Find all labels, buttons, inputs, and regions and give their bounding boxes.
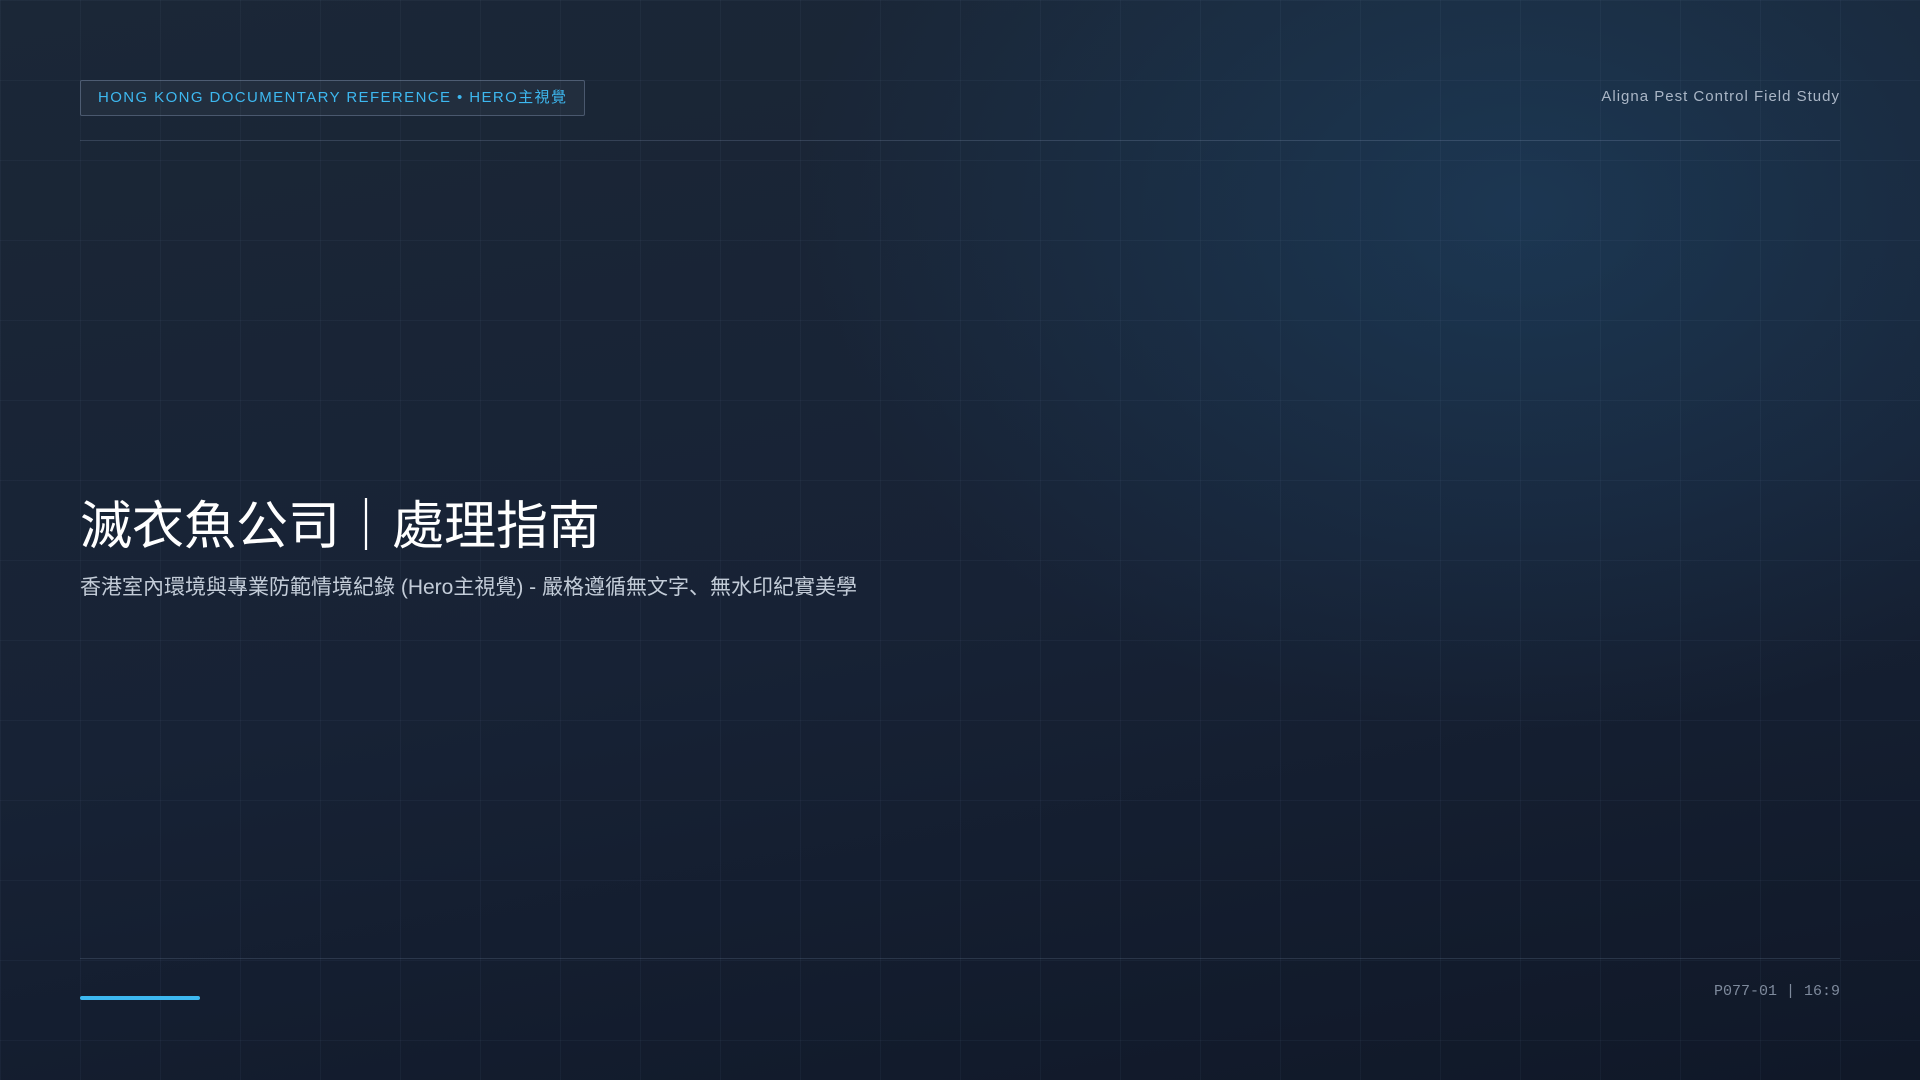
slide-code: P077-01 | 16:9 [1713,983,1840,1000]
accent-bar [80,996,200,1000]
reference-tag: HONG KONG DOCUMENTARY REFERENCE • HERO主視… [80,80,586,116]
hero-section: 滅衣魚公司｜處理指南 香港室內環境與專業防範情境紀錄 (Hero主視覺) - 嚴… [80,493,1580,605]
brand-label: Aligna Pest Control Field Study [1601,88,1840,105]
page-title: 滅衣魚公司｜處理指南 [80,498,601,556]
page-footer: P077-01 | 16:9 [80,958,1840,1039]
page-subtitle: 香港室內環境與專業防範情境紀錄 (Hero主視覺) - 嚴格遵循無文字、無水印紀… [80,576,857,599]
page-header: HONG KONG DOCUMENTARY REFERENCE • HERO主視… [80,80,1840,141]
